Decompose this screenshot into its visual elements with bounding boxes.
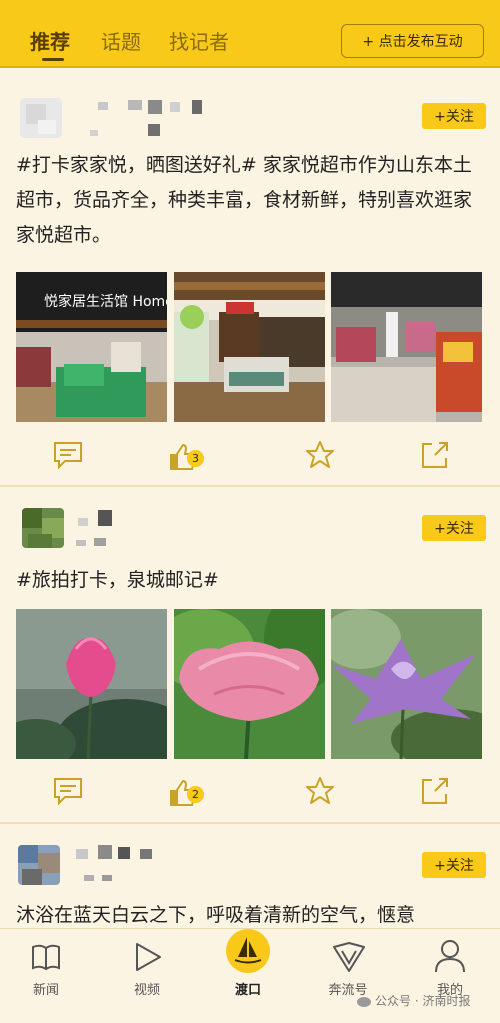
top-bar: 推荐 话题 找记者 + 点击发布互动 [0, 0, 500, 68]
wechat-icon [357, 996, 371, 1007]
publish-interaction-button[interactable]: + 点击发布互动 [341, 24, 484, 58]
store-sign-text: 悦家居生活馆 Home [44, 293, 167, 310]
sailboat-icon [226, 929, 270, 973]
post-text: #旅拍打卡，泉城邮记# [16, 569, 219, 591]
tab-recommend[interactable]: 推荐 [30, 26, 70, 55]
post-photo[interactable] [331, 272, 482, 422]
post-card: +关注 #旅拍打卡，泉城邮记# 2 [0, 488, 500, 821]
nav-ferry-label: 渡口 [234, 983, 261, 998]
watermark: 公众号 · 济南时报 [357, 992, 470, 1009]
share-icon[interactable] [420, 776, 450, 806]
post-card: +关注 #打卡家家悦，晒图送好礼# 家家悦超市作为山东本土超市，货品齐全，种类丰… [0, 70, 500, 484]
follow-button[interactable]: +关注 [422, 515, 486, 541]
star-icon[interactable] [305, 440, 335, 470]
user-icon [435, 940, 465, 973]
follow-button[interactable]: +关注 [422, 103, 486, 129]
nav-ferry[interactable]: 渡口 [208, 929, 288, 1009]
follow-button[interactable]: +关注 [422, 852, 486, 878]
username-blurred[interactable] [90, 100, 210, 140]
avatar[interactable] [20, 98, 62, 138]
share-icon[interactable] [420, 440, 450, 470]
post-divider [0, 822, 500, 824]
post-photo[interactable] [16, 609, 167, 759]
comment-icon[interactable] [53, 776, 83, 806]
post-photo[interactable] [174, 609, 325, 759]
book-icon [32, 944, 60, 971]
tab-find-reporter[interactable]: 找记者 [169, 26, 229, 55]
username-blurred[interactable] [72, 510, 152, 550]
nav-video-label: 视频 [133, 983, 160, 998]
post-divider [0, 485, 500, 487]
tab-topics[interactable]: 话题 [101, 26, 141, 55]
nav-video[interactable]: 视频 [107, 929, 187, 1009]
like-count-badge: 3 [187, 450, 204, 467]
avatar[interactable] [18, 845, 60, 885]
comment-icon[interactable] [53, 440, 83, 470]
nav-news[interactable]: 新闻 [6, 929, 86, 1009]
active-tab-indicator [42, 58, 64, 61]
avatar[interactable] [22, 508, 64, 548]
star-icon[interactable] [305, 776, 335, 806]
username-blurred[interactable] [76, 845, 166, 885]
post-photo[interactable]: 悦家居生活馆 Home [16, 272, 167, 422]
watermark-text: 公众号 · 济南时报 [375, 994, 471, 1008]
play-icon [136, 943, 161, 971]
v-shield-icon [333, 942, 365, 972]
like-count-badge: 2 [187, 786, 204, 803]
post-text: #打卡家家悦，晒图送好礼# 家家悦超市作为山东本土超市，货品齐全，种类丰富，食材… [16, 154, 473, 246]
post-photo[interactable] [331, 609, 482, 759]
post-photo[interactable] [174, 272, 325, 422]
post-card: +关注 沐浴在蓝天白云之下，呼吸着清新的空气，惬意 [0, 825, 500, 928]
nav-news-label: 新闻 [32, 983, 59, 998]
